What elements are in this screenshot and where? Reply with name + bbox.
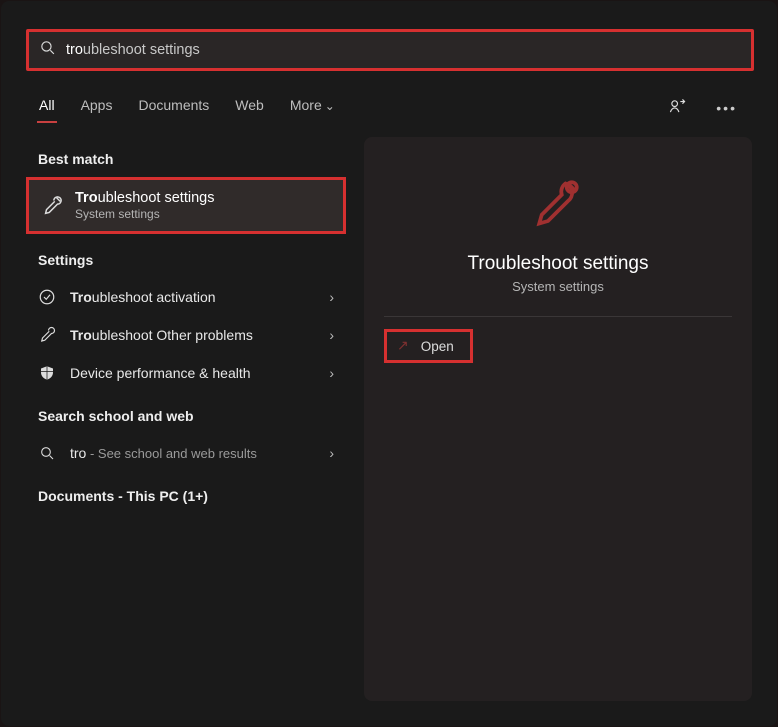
wrench-icon — [528, 171, 588, 231]
open-arrow-icon: ↗ — [397, 337, 409, 354]
chevron-right-icon: › — [329, 289, 334, 305]
best-match-title: Troubleshoot settings — [75, 190, 214, 206]
more-options-icon[interactable]: ••• — [712, 96, 741, 120]
detail-subtitle: System settings — [512, 279, 604, 294]
search-bar-container: troubleshoot settings — [1, 1, 777, 81]
detail-actions: ↗ Open — [384, 316, 732, 363]
settings-item-label: Device performance & health — [70, 365, 315, 381]
check-circle-icon — [38, 288, 56, 306]
settings-item-label: Troubleshoot activation — [70, 289, 315, 305]
chevron-right-icon: › — [329, 445, 334, 461]
chevron-right-icon: › — [329, 365, 334, 381]
chevron-right-icon: › — [329, 327, 334, 343]
settings-item-other[interactable]: Troubleshoot Other problems › — [26, 316, 346, 354]
web-search-item[interactable]: tro - See school and web results › — [26, 434, 346, 472]
tab-all[interactable]: All — [37, 93, 57, 123]
settings-heading: Settings — [26, 246, 346, 278]
filter-tabs: All Apps Documents Web More⌄ ••• — [1, 81, 777, 129]
settings-item-activation[interactable]: Troubleshoot activation › — [26, 278, 346, 316]
open-button[interactable]: ↗ Open — [384, 329, 473, 363]
best-match-subtitle: System settings — [75, 207, 214, 221]
search-icon — [39, 39, 56, 61]
results-list: Best match Troubleshoot settings System … — [26, 129, 346, 701]
settings-item-label: Troubleshoot Other problems — [70, 327, 315, 343]
web-heading: Search school and web — [26, 402, 346, 434]
tab-web[interactable]: Web — [233, 93, 266, 123]
best-match-heading: Best match — [26, 145, 346, 177]
open-button-label: Open — [421, 339, 454, 354]
tab-documents[interactable]: Documents — [136, 93, 211, 123]
search-completion-text: ubleshoot settings — [83, 42, 200, 58]
detail-pane: Troubleshoot settings System settings ↗ … — [364, 137, 752, 701]
web-item-label: tro - See school and web results — [70, 445, 315, 461]
best-match-result[interactable]: Troubleshoot settings System settings — [26, 177, 346, 234]
settings-item-device-health[interactable]: Device performance & health › — [26, 354, 346, 392]
search-bar[interactable]: troubleshoot settings — [26, 29, 754, 71]
detail-title: Troubleshoot settings — [468, 253, 649, 275]
sign-in-icon[interactable] — [665, 94, 690, 122]
wrench-icon — [41, 195, 63, 217]
tab-more-label: More — [290, 97, 322, 113]
documents-heading: Documents - This PC (1+) — [26, 482, 346, 514]
shield-icon — [38, 364, 56, 382]
tab-apps[interactable]: Apps — [79, 93, 115, 123]
search-window: troubleshoot settings All Apps Documents… — [1, 1, 777, 726]
results-body: Best match Troubleshoot settings System … — [1, 129, 777, 726]
wrench-icon — [38, 326, 56, 344]
chevron-down-icon: ⌄ — [325, 99, 335, 113]
search-icon — [38, 444, 56, 462]
tab-more[interactable]: More⌄ — [288, 93, 337, 123]
search-input[interactable]: troubleshoot settings — [66, 42, 741, 58]
search-typed-text: tro — [66, 42, 83, 58]
